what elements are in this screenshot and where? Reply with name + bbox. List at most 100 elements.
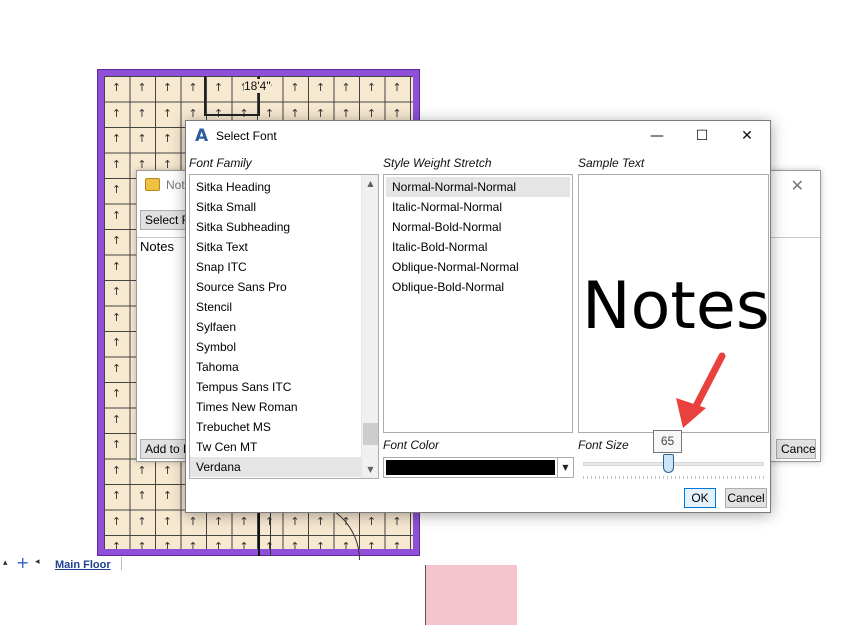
font-family-item[interactable]: Tahoma (190, 357, 362, 377)
notes-cancel-button[interactable]: Cancel (776, 439, 816, 459)
font-size-label: Font Size (578, 438, 629, 452)
maximize-icon[interactable]: ☐ (679, 121, 725, 151)
font-family-item[interactable]: Sitka Text (190, 237, 362, 257)
scrollbar-thumb[interactable] (363, 423, 378, 445)
font-family-list[interactable]: Sitka Heading Sitka Small Sitka Subheading… (189, 174, 379, 479)
notes-label: Notes (140, 239, 174, 254)
left-arrow-icon[interactable]: ◂ (35, 557, 40, 567)
floor-tile-arrow: ↑ (315, 106, 326, 120)
sample-text-label: Sample Text (578, 156, 645, 170)
floor-tile-arrow: ↑ (111, 208, 122, 222)
floor-tile-arrow: ↑ (392, 540, 402, 549)
floor-tile-arrow: ↑ (111, 106, 122, 120)
style-weight-stretch-label: Style Weight Stretch (383, 156, 492, 170)
floor-tile-arrow: ↑ (111, 183, 122, 196)
floor-tile-arrow: ↑ (111, 336, 122, 349)
floor-tile-arrow: ↑ (111, 310, 122, 324)
floor-tile-arrow: ↑ (111, 540, 122, 549)
style-item[interactable]: Italic-Bold-Normal (386, 237, 570, 257)
style-weight-stretch-list[interactable]: Normal-Normal-Normal Italic-Normal-Normal… (383, 174, 573, 433)
floor-tile-arrow: ↑ (341, 81, 351, 94)
tab-separator (121, 557, 122, 570)
font-family-label: Font Family (189, 156, 252, 170)
font-family-item[interactable]: Source Sans Pro (190, 277, 362, 297)
floor-tile-arrow: ↑ (188, 540, 198, 549)
floor-tile-arrow: ↑ (162, 489, 173, 502)
floor-tile-arrow: ↑ (392, 81, 402, 94)
floor-tile-arrow: ↑ (137, 157, 147, 171)
floor-tile-arrow: ↑ (111, 489, 122, 502)
font-family-item[interactable]: Times New Roman (190, 397, 362, 417)
font-family-item[interactable]: Sitka Small (190, 197, 362, 217)
floor-tile-arrow: ↑ (392, 106, 402, 120)
font-color-label: Font Color (383, 438, 440, 452)
floor-tile-arrow: ↑ (137, 132, 147, 145)
add-floor-icon[interactable]: + (16, 553, 29, 572)
sample-text: Notes (582, 269, 769, 344)
floor-tile-arrow: ↑ (366, 514, 377, 528)
floor-tile-arrow: ↑ (111, 132, 122, 145)
close-icon[interactable]: ✕ (791, 176, 804, 196)
wall-line (258, 512, 260, 556)
floor-tile-arrow: ↑ (188, 81, 198, 94)
floor-tile-arrow: ↑ (111, 361, 122, 375)
floor-tile-arrow: ↑ (366, 81, 377, 94)
floor-tile-arrow: ↑ (162, 81, 173, 94)
floor-tile-arrow: ↑ (137, 463, 147, 477)
floor-tile-arrow: ↑ (213, 514, 224, 528)
scroll-up-icon[interactable]: ▲ (362, 175, 378, 192)
floor-tile-arrow: ↑ (137, 489, 147, 502)
floor-tile-arrow: ↑ (111, 463, 122, 477)
font-family-item[interactable]: Symbol (190, 337, 362, 357)
font-color-swatch[interactable] (386, 460, 555, 475)
font-family-item[interactable]: Snap ITC (190, 257, 362, 277)
up-arrow-icon[interactable]: ▴ (3, 558, 8, 568)
sample-text-preview: Notes (578, 174, 769, 433)
font-family-scrollbar[interactable]: ▲ ▼ (361, 175, 378, 478)
font-family-item[interactable]: Tempus Sans ITC (190, 377, 362, 397)
floor-tile-arrow: ↑ (213, 540, 224, 549)
font-color-dropdown[interactable]: ▼ (383, 457, 574, 478)
style-item[interactable]: Normal-Normal-Normal (386, 177, 570, 197)
style-item[interactable]: Italic-Normal-Normal (386, 197, 570, 217)
cancel-button[interactable]: Cancel (725, 488, 767, 508)
style-item[interactable]: Normal-Bold-Normal (386, 217, 570, 237)
accent-room[interactable] (425, 565, 517, 625)
font-family-item[interactable]: Tw Cen MT (190, 437, 362, 457)
floor-tile-arrow: ↑ (162, 157, 173, 171)
font-family-item[interactable]: Sylfaen (190, 317, 362, 337)
floor-tile-arrow: ↑ (111, 387, 122, 400)
floor-tile-arrow: ↑ (111, 259, 122, 273)
title-bar[interactable]: A Select Font — ☐ ✕ (186, 121, 770, 151)
font-size-slider-thumb[interactable] (662, 454, 674, 473)
floor-tile-arrow: ↑ (137, 106, 147, 120)
scroll-down-icon[interactable]: ▼ (362, 461, 378, 478)
minimize-icon[interactable]: — (634, 121, 680, 151)
chevron-down-icon[interactable]: ▼ (557, 458, 573, 477)
floor-tile-arrow: ↑ (162, 514, 173, 528)
font-family-item[interactable]: Sitka Heading (190, 177, 362, 197)
floor-tile-arrow: ↑ (162, 132, 173, 145)
floor-tile-arrow: ↑ (341, 106, 351, 120)
style-item[interactable]: Oblique-Bold-Normal (386, 277, 570, 297)
close-icon[interactable]: ✕ (724, 121, 770, 151)
floor-tile-arrow: ↑ (264, 106, 275, 120)
font-family-item[interactable]: Sitka Subheading (190, 217, 362, 237)
dialog-title: Select Font (216, 129, 277, 143)
floor-tile-arrow: ↑ (188, 106, 198, 120)
add-to-plan-button[interactable]: Add to Plan (140, 439, 190, 459)
floor-tile-arrow: ↑ (239, 514, 249, 528)
font-family-item[interactable]: Stencil (190, 297, 362, 317)
font-family-item[interactable]: Trebuchet MS (190, 417, 362, 437)
floor-tile-arrow: ↑ (290, 81, 300, 94)
tab-main-floor[interactable]: Main Floor (55, 559, 111, 571)
ok-button[interactable]: OK (684, 488, 716, 508)
style-item[interactable]: Oblique-Normal-Normal (386, 257, 570, 277)
floor-tile-arrow: ↑ (366, 106, 377, 120)
font-size-tooltip: 65 (653, 430, 682, 453)
floor-tile-arrow: ↑ (111, 234, 122, 247)
floor-tile-arrow: ↑ (188, 514, 198, 528)
wall-line (270, 512, 271, 556)
font-size-slider-ticks (583, 476, 764, 479)
font-family-item[interactable]: Verdana (190, 457, 362, 477)
